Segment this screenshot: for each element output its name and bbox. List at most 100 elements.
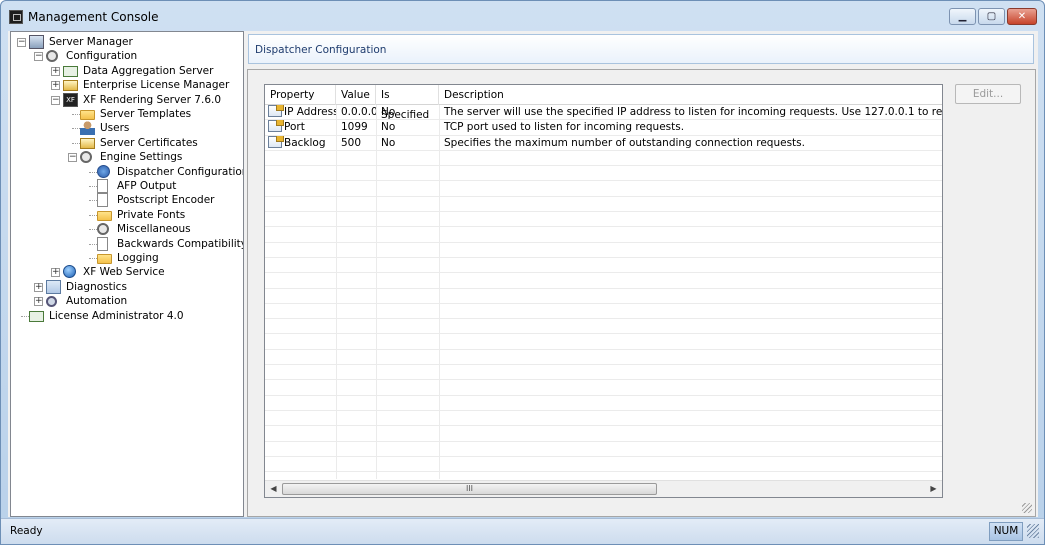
folder-icon <box>97 210 112 221</box>
tree-item-automation[interactable]: + Automation <box>11 294 243 308</box>
expand-icon[interactable]: + <box>51 81 60 91</box>
cell-property: Port <box>265 120 336 135</box>
tree-item-postscript-encoder[interactable]: Postscript Encoder <box>11 193 243 208</box>
cell-value: 1099 <box>336 120 376 135</box>
cell-text: TCP port used to listen for incoming req… <box>444 121 685 134</box>
empty-row <box>265 335 942 350</box>
tree-item-server-templates[interactable]: Server Templates <box>11 107 243 121</box>
column-header-property[interactable]: Property <box>265 85 336 105</box>
cell-property: Backlog <box>265 135 336 151</box>
edit-button[interactable]: Edit... <box>955 84 1021 104</box>
close-button[interactable]: ✕ <box>1007 8 1037 25</box>
globe-icon <box>63 265 76 279</box>
status-text: Ready <box>10 525 43 537</box>
tree-connector <box>72 114 80 115</box>
empty-row <box>265 151 942 167</box>
tree-item-label: Configuration <box>66 50 138 63</box>
tree-item-server-manager[interactable]: − Server Manager <box>11 35 243 49</box>
tree-item-data-aggregation-server[interactable]: + Data Aggregation Server <box>11 64 243 78</box>
collapse-icon[interactable]: − <box>17 38 26 47</box>
tree-item-label: Backwards Compatibility <box>117 237 244 250</box>
tree-item-xf-rendering-server-7-6-0[interactable]: − XF XF Rendering Server 7.6.0 <box>11 92 243 107</box>
cell-text: 1099 <box>341 121 368 134</box>
table-row[interactable]: IP Address 0.0.0.0 No The server will use t… <box>265 105 943 121</box>
chart-icon <box>46 279 61 294</box>
expand-icon[interactable]: + <box>34 282 43 292</box>
empty-row <box>265 273 942 289</box>
tree-item-private-fonts[interactable]: Private Fonts <box>11 208 243 222</box>
cell-text: No <box>381 106 396 118</box>
dispatcher-icon <box>97 164 110 178</box>
tree-item-label: AFP Output <box>117 180 177 192</box>
tree-item-label: Automation <box>66 295 128 308</box>
navigation-tree[interactable]: − Server Manager − Configuration + Data Aggre… <box>10 31 244 517</box>
minimize-button[interactable]: ▁ <box>949 8 976 25</box>
num-lock-indicator: NUM <box>989 522 1023 541</box>
tree-item-configuration[interactable]: − Configuration <box>11 49 243 63</box>
column-header-value[interactable]: Value <box>336 85 376 105</box>
property-grid[interactable]: Property Value Is Specified Description … <box>264 84 943 498</box>
resize-grip-icon <box>1022 503 1032 513</box>
empty-row <box>265 350 942 366</box>
maximize-icon: ▢ <box>986 11 997 22</box>
tree-item-label: Server Manager <box>49 36 133 48</box>
tree-item-logging[interactable]: Logging <box>11 251 243 265</box>
tree-item-backwards-compatibility[interactable]: Backwards Compatibility <box>11 236 244 251</box>
table-row[interactable]: Backlog 500 No Specifies the maximum number… <box>265 135 942 151</box>
tree-item-afp-output[interactable]: AFP Output <box>11 179 243 193</box>
console-icon <box>9 10 23 24</box>
tree-connector <box>21 315 29 317</box>
tree-connector <box>72 142 80 144</box>
tree-item-label: Users <box>100 122 130 135</box>
cell-text: No <box>381 136 396 149</box>
expand-icon[interactable]: + <box>51 268 60 278</box>
tree-connector <box>89 258 97 259</box>
document-icon <box>97 179 108 193</box>
window-resize-grip-icon[interactable] <box>1027 524 1039 538</box>
collapse-icon[interactable]: − <box>34 52 43 62</box>
monitor-icon <box>63 65 78 77</box>
tree-item-miscellaneous[interactable]: Miscellaneous <box>11 222 243 236</box>
empty-row <box>265 457 942 473</box>
table-row[interactable]: Port 1099 No TCP port used to listen for in… <box>265 120 942 136</box>
tree-item-license-administrator-4-0[interactable]: License Administrator 4.0 <box>11 309 243 323</box>
empty-row <box>265 258 942 274</box>
gear-icon <box>46 50 58 63</box>
tree-item-server-certificates[interactable]: Server Certificates <box>11 136 243 150</box>
folder-icon <box>80 110 95 120</box>
empty-row <box>265 289 942 304</box>
scroll-left-icon[interactable]: ◀ <box>265 481 282 497</box>
tree-item-diagnostics[interactable]: + Diagnostics <box>11 279 243 294</box>
horizontal-scrollbar[interactable]: ◀ III ▶ <box>265 480 942 497</box>
expand-icon[interactable]: + <box>34 297 43 307</box>
tree-item-dispatcher-configuration[interactable]: Dispatcher Configuration <box>11 164 243 179</box>
tree-item-label: Miscellaneous <box>117 223 191 236</box>
tree-item-label: Data Aggregation Server <box>83 64 214 77</box>
scroll-thumb[interactable]: III <box>282 483 657 495</box>
collapse-icon[interactable]: − <box>51 95 60 105</box>
tree-item-xf-web-service[interactable]: + XF Web Service <box>11 265 243 279</box>
close-icon: ✕ <box>1017 11 1027 22</box>
collapse-icon[interactable]: − <box>68 153 77 163</box>
window-controls: ▁ ▢ ✕ <box>947 8 1037 25</box>
column-header-is-specified[interactable]: Is Specified <box>376 85 439 121</box>
tree-item-label: Postscript Encoder <box>117 194 215 207</box>
column-header-description[interactable]: Description <box>439 85 942 105</box>
tree-item-engine-settings[interactable]: − Engine Settings <box>11 150 243 164</box>
tree-item-users[interactable]: Users <box>11 121 243 136</box>
expand-icon[interactable]: + <box>51 66 60 76</box>
empty-row <box>265 182 942 197</box>
tree-item-label: Logging <box>117 252 159 264</box>
cell-text: Specifies the maximum number of outstand… <box>444 136 805 149</box>
scroll-right-icon[interactable]: ▶ <box>925 481 942 497</box>
maximize-button[interactable]: ▢ <box>978 8 1005 25</box>
title-bar[interactable]: Management Console ▁ ▢ ✕ <box>1 1 1044 31</box>
tree-item-label: License Administrator 4.0 <box>49 309 184 322</box>
content-header: Dispatcher Configuration <box>248 34 1034 64</box>
tree-item-label: Diagnostics <box>66 280 127 293</box>
tree-connector <box>89 186 97 187</box>
empty-row <box>265 212 942 228</box>
tree-item-label: Engine Settings <box>100 151 183 164</box>
cell-text: The server will use the specified IP add… <box>444 106 943 118</box>
tree-item-enterprise-license-manager[interactable]: + Enterprise License Manager <box>11 78 243 92</box>
